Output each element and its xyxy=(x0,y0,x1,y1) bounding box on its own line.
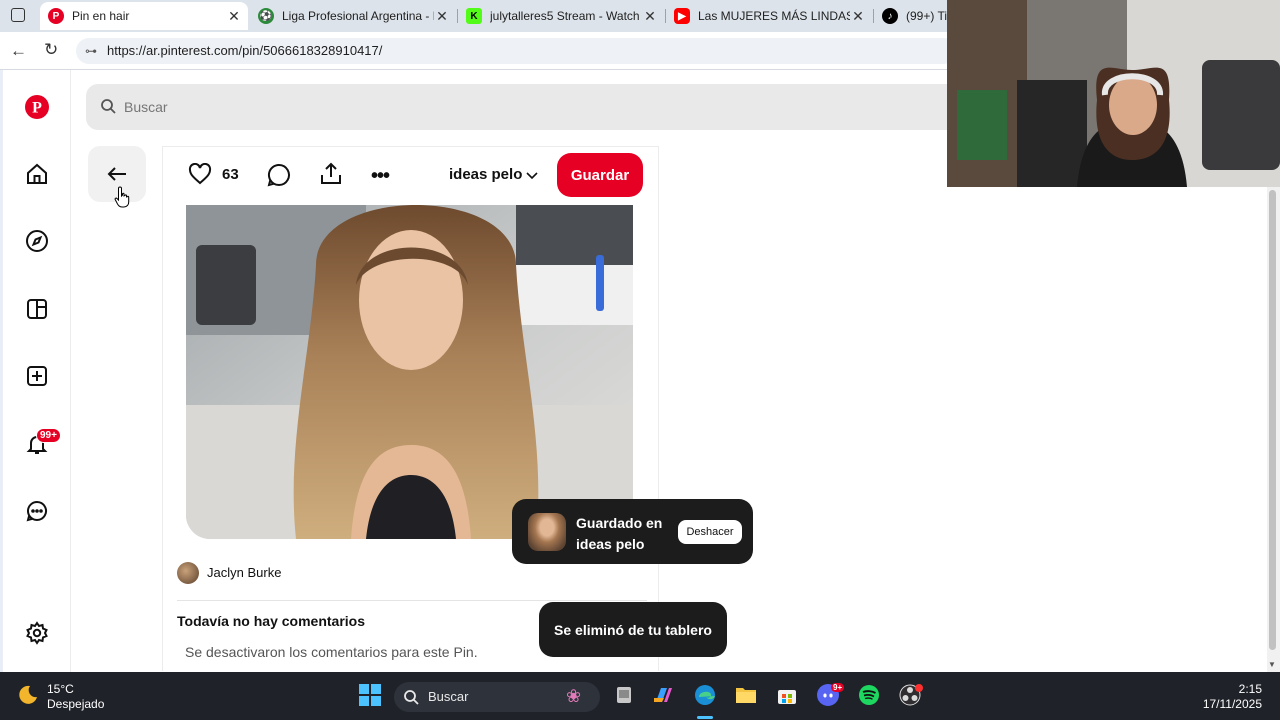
divider xyxy=(177,600,647,601)
recording-dot-icon xyxy=(915,684,923,692)
clock-date[interactable]: 17/11/2025 xyxy=(1180,697,1262,711)
share-icon[interactable] xyxy=(318,161,344,192)
taskbar-search-label: Buscar xyxy=(428,689,469,704)
svg-text:P: P xyxy=(32,100,42,117)
save-button[interactable]: Guardar xyxy=(557,153,643,197)
search-input-placeholder: Buscar xyxy=(124,99,168,115)
youtube-icon: ▶ xyxy=(674,8,690,24)
comments-title: Todavía no hay comentarios xyxy=(177,613,366,629)
tab-list-icon[interactable] xyxy=(11,8,25,22)
pin-image[interactable] xyxy=(186,205,633,539)
settings-icon[interactable] xyxy=(24,620,50,646)
saved-toast-board: ideas pelo xyxy=(576,536,645,552)
taskbar xyxy=(0,672,1280,720)
tab-title: julytalleres5 Stream - Watch Li xyxy=(490,9,642,23)
tab-tiktok[interactable]: ♪ (99+) TikT xyxy=(874,2,947,30)
avatar[interactable] xyxy=(177,562,199,584)
toast-thumbnail xyxy=(528,513,566,551)
like-count: 63 xyxy=(222,166,239,183)
pinterest-icon: P xyxy=(48,8,64,24)
back-arrow-icon[interactable]: ← xyxy=(10,41,27,61)
comment-icon[interactable] xyxy=(267,163,291,192)
undo-button[interactable]: Deshacer xyxy=(678,520,742,544)
tab-pin-en-hair[interactable]: P Pin en hair ✕ xyxy=(40,2,248,30)
removed-toast: Se eliminó de tu tablero xyxy=(539,602,727,657)
weather-temperature[interactable]: 15°C xyxy=(47,682,74,696)
home-icon[interactable] xyxy=(24,161,50,187)
close-icon[interactable]: ✕ xyxy=(226,8,242,25)
boards-icon[interactable] xyxy=(24,296,50,322)
close-icon[interactable]: ✕ xyxy=(642,8,658,25)
store-icon[interactable] xyxy=(775,683,799,707)
tab-title: (99+) TikT xyxy=(906,9,947,23)
search-icon xyxy=(100,98,116,119)
chevron-down-icon[interactable] xyxy=(525,168,539,187)
tab-kick-stream[interactable]: K julytalleres5 Stream - Watch Li ✕ xyxy=(458,2,664,30)
lotus-icon: ❀ xyxy=(566,686,582,706)
soccer-ball-icon: ⚽ xyxy=(258,8,274,24)
tab-title: Liga Profesional Argentina - Pu xyxy=(282,9,434,23)
explore-icon[interactable] xyxy=(24,228,50,254)
search-icon xyxy=(403,689,419,710)
tab-liga-profesional[interactable]: ⚽ Liga Profesional Argentina - Pu ✕ xyxy=(250,2,456,30)
more-options-icon[interactable]: ••• xyxy=(371,165,390,188)
copilot-icon[interactable] xyxy=(651,683,675,707)
file-explorer-icon[interactable] xyxy=(734,683,758,707)
kick-icon: K xyxy=(466,8,482,24)
spotify-icon[interactable] xyxy=(857,683,881,707)
site-info-icon[interactable]: ⊶ xyxy=(85,44,97,58)
clock-time[interactable]: 2:15 xyxy=(1200,682,1262,696)
active-app-indicator xyxy=(697,716,713,719)
edge-icon[interactable] xyxy=(693,683,717,707)
saved-toast-line1: Guardado en xyxy=(576,515,663,531)
file-icon[interactable] xyxy=(612,683,636,707)
pinterest-logo-icon[interactable]: P xyxy=(24,94,50,120)
tab-title: Las MUJERES MÁS LINDAS de xyxy=(698,9,850,23)
tab-youtube[interactable]: ▶ Las MUJERES MÁS LINDAS de ✕ xyxy=(666,2,872,30)
messages-icon[interactable] xyxy=(24,498,50,524)
create-icon[interactable] xyxy=(24,363,50,389)
reload-icon[interactable]: ↻ xyxy=(44,40,58,60)
comments-disabled-note: Se desactivaron los comentarios para est… xyxy=(185,644,478,660)
close-icon[interactable]: ✕ xyxy=(850,8,866,25)
windows-start-icon[interactable] xyxy=(358,683,382,707)
webcam-overlay xyxy=(947,0,1280,187)
scroll-down-icon[interactable]: ▼ xyxy=(1268,660,1276,669)
tab-title: Pin en hair xyxy=(72,9,130,23)
hand-cursor-icon xyxy=(114,186,132,213)
notifications-badge: 99+ xyxy=(36,428,61,443)
tiktok-icon: ♪ xyxy=(882,8,898,24)
close-icon[interactable]: ✕ xyxy=(434,8,450,25)
discord-badge: 9+ xyxy=(831,683,845,692)
weather-moon-icon[interactable] xyxy=(16,683,40,712)
search-bar[interactable] xyxy=(86,84,966,130)
heart-icon[interactable] xyxy=(188,162,212,190)
scrollbar-thumb[interactable] xyxy=(1269,190,1276,650)
url-text: https://ar.pinterest.com/pin/50666183289… xyxy=(107,43,383,58)
board-selector-label[interactable]: ideas pelo xyxy=(449,166,522,183)
weather-condition[interactable]: Despejado xyxy=(47,697,104,711)
author-name[interactable]: Jaclyn Burke xyxy=(207,565,281,580)
saved-toast-text: Guardado en ideas pelo xyxy=(576,513,676,555)
